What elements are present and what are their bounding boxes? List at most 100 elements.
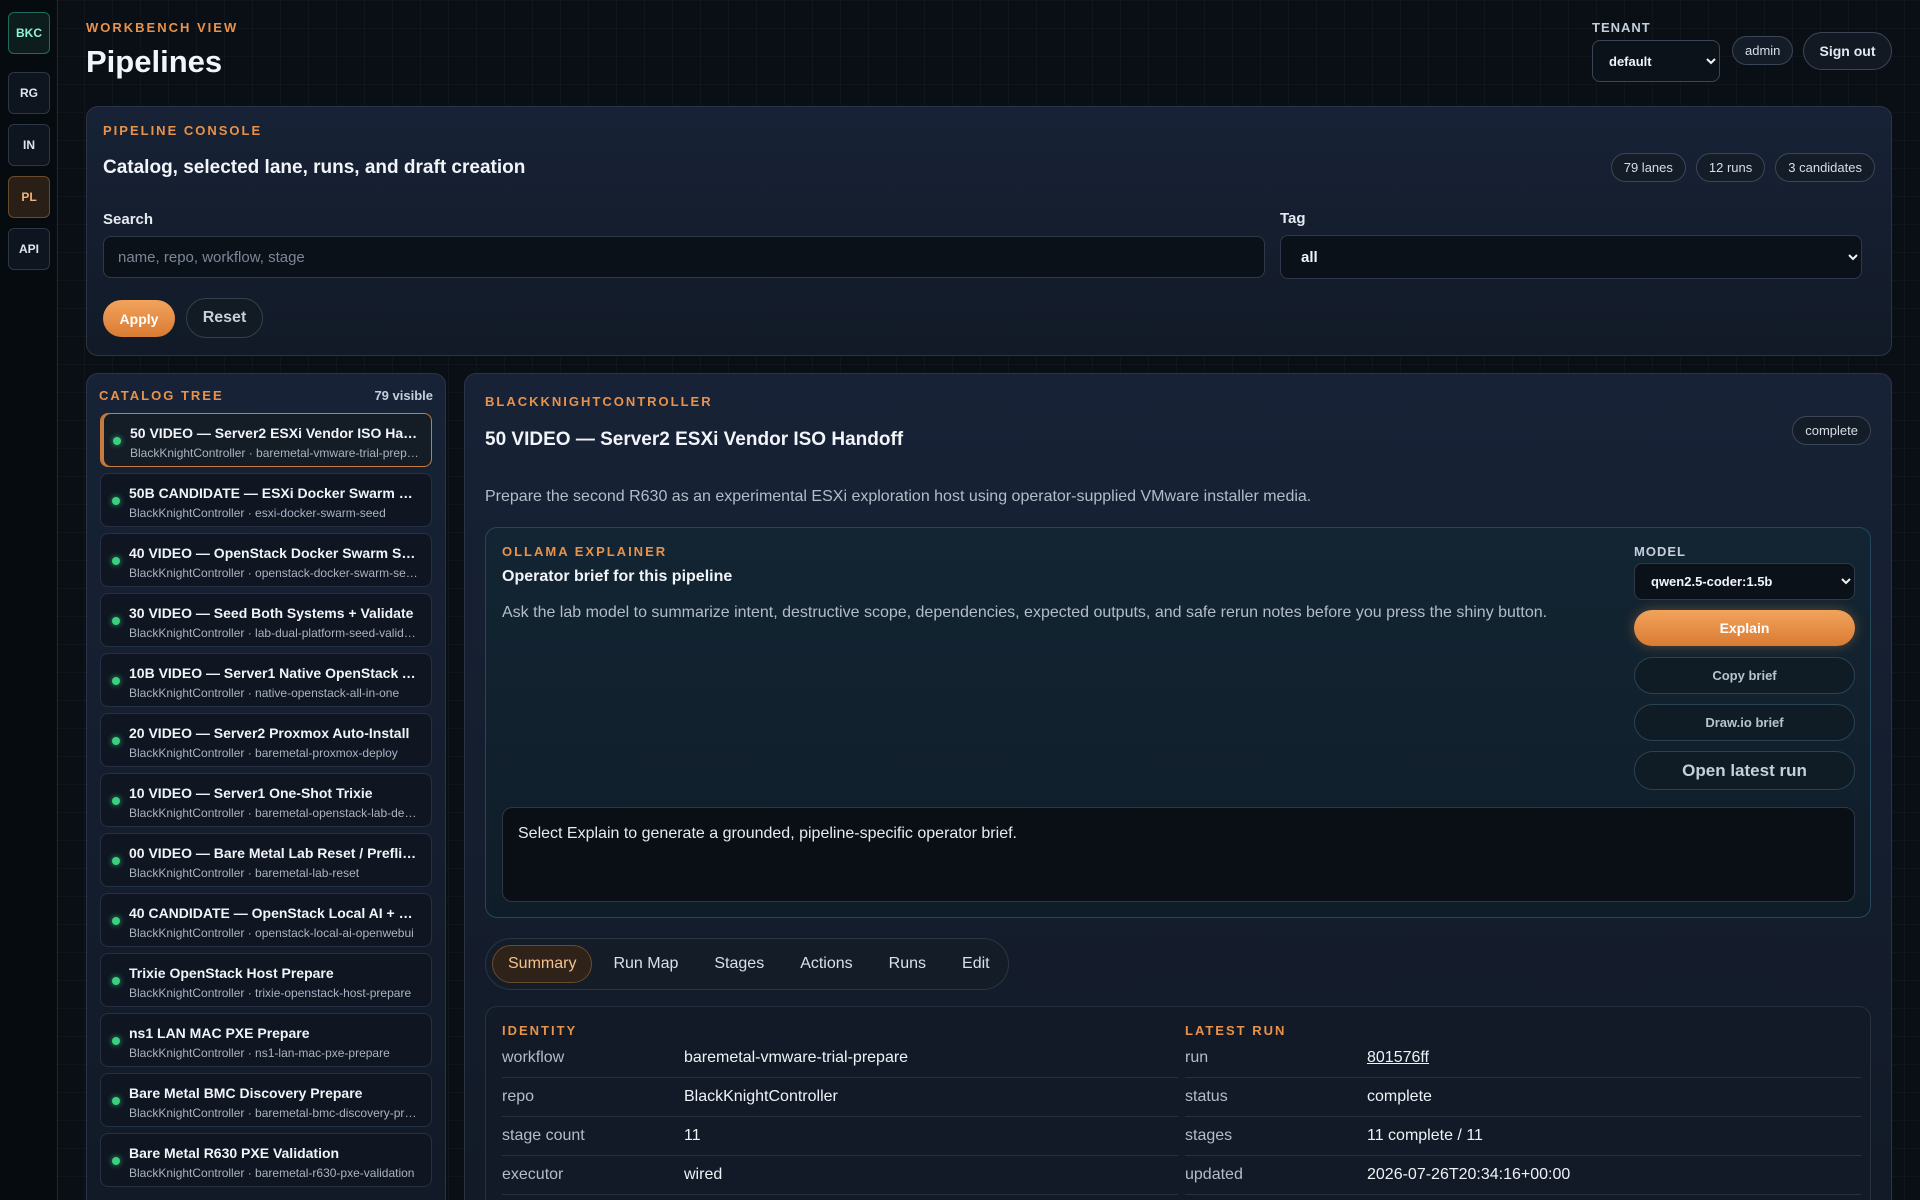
- identity-key: executor: [502, 1166, 564, 1183]
- pipeline-console-panel: PIPELINE CONSOLE Catalog, selected lane,…: [86, 106, 1892, 356]
- identity-value: 11: [684, 1127, 701, 1144]
- catalog-item-sub: BlackKnightController · baremetal-lab-re…: [129, 866, 360, 880]
- catalog-item-name: Bare Metal BMC Discovery Prepare: [129, 1085, 363, 1101]
- latest-run-value: 11 complete / 11: [1367, 1127, 1483, 1144]
- catalog-item-sub: BlackKnightController · trixie-openstack…: [129, 986, 412, 1000]
- console-eyebrow: PIPELINE CONSOLE: [103, 123, 263, 138]
- nav-bkc-button[interactable]: BKC: [8, 12, 50, 54]
- drawio-brief-button[interactable]: Draw.io brief: [1634, 704, 1855, 741]
- catalog-item-sub: BlackKnightController · baremetal-proxmo…: [129, 746, 398, 760]
- reset-button[interactable]: Reset: [186, 298, 263, 338]
- latest-run-key: status: [1185, 1088, 1228, 1105]
- nav-rail: BKC RG IN PL API: [0, 0, 58, 1200]
- catalog-item[interactable]: Bare Metal R630 PXE Validation BlackKnigh…: [100, 1133, 432, 1187]
- catalog-item[interactable]: 40 CANDIDATE — OpenStack Local AI + Open…: [100, 893, 432, 947]
- console-stats: 79 lanes 12 runs 3 candidates: [1610, 153, 1875, 182]
- identity-row: workflow baremetal-vmware-trial-prepare: [502, 1039, 1178, 1078]
- status-dot-icon: [112, 917, 120, 925]
- status-dot-icon: [113, 437, 121, 445]
- lanes-count-badge: 79 lanes: [1610, 153, 1686, 182]
- tab-edit[interactable]: Edit: [947, 945, 1005, 983]
- catalog-item-name: 50B CANDIDATE — ESXi Docker Swarm Seed: [129, 485, 419, 501]
- identity-value: BlackKnightController: [684, 1088, 838, 1105]
- catalog-item[interactable]: ns1 LAN MAC PXE Prepare BlackKnightContro…: [100, 1013, 432, 1067]
- pipeline-title: 50 VIDEO — Server2 ESXi Vendor ISO Hando…: [485, 429, 904, 450]
- explain-button[interactable]: Explain: [1634, 610, 1855, 646]
- nav-api-button[interactable]: API: [8, 228, 50, 270]
- page-title: Pipelines: [86, 44, 223, 79]
- catalog-item-name: 20 VIDEO — Server2 Proxmox Auto-Install: [129, 725, 410, 741]
- catalog-item-sub: BlackKnightController · native-openstack…: [129, 686, 400, 700]
- apply-button[interactable]: Apply: [103, 300, 175, 337]
- status-dot-icon: [112, 677, 120, 685]
- latest-run-row: updated 2026-07-26T20:34:16+00:00: [1185, 1156, 1861, 1195]
- identity-row: repo BlackKnightController: [502, 1078, 1178, 1117]
- workbench-eyebrow: WORKBENCH VIEW: [86, 20, 239, 35]
- model-select[interactable]: qwen2.5-coder:1.5b: [1634, 563, 1855, 600]
- tag-label: Tag: [1280, 210, 1306, 227]
- status-dot-icon: [112, 797, 120, 805]
- catalog-item[interactable]: Bare Metal BMC Discovery Prepare BlackKni…: [100, 1073, 432, 1127]
- nav-rg-button[interactable]: RG: [8, 72, 50, 114]
- catalog-tree-panel: CATALOG TREE 79 visible 50 VIDEO — Serve…: [86, 373, 446, 1200]
- open-latest-run-button[interactable]: Open latest run: [1634, 751, 1855, 790]
- catalog-item[interactable]: Trixie OpenStack Host Prepare BlackKnight…: [100, 953, 432, 1007]
- status-dot-icon: [112, 617, 120, 625]
- ollama-eyebrow: OLLAMA EXPLAINER: [502, 544, 668, 559]
- latest-run-key: stages: [1185, 1127, 1233, 1144]
- catalog-item-name: ns1 LAN MAC PXE Prepare: [129, 1025, 310, 1041]
- catalog-item-sub: BlackKnightController · lab-dual-platfor…: [129, 626, 419, 640]
- latest-run-value: 2026-07-26T20:34:16+00:00: [1367, 1166, 1571, 1183]
- copy-brief-button[interactable]: Copy brief: [1634, 657, 1855, 694]
- catalog-item[interactable]: 10B VIDEO — Server1 Native OpenStack All…: [100, 653, 432, 707]
- search-label: Search: [103, 211, 154, 228]
- catalog-item-name: Bare Metal R630 PXE Validation: [129, 1145, 340, 1161]
- catalog-item[interactable]: 10 VIDEO — Server1 One-Shot Trixie BlackK…: [100, 773, 432, 827]
- ollama-explainer-card: OLLAMA EXPLAINER Operator brief for this…: [485, 527, 1871, 918]
- catalog-item[interactable]: 20 VIDEO — Server2 Proxmox Auto-Install B…: [100, 713, 432, 767]
- catalog-item[interactable]: 00 VIDEO — Bare Metal Lab Reset / Prefli…: [100, 833, 432, 887]
- sign-out-button[interactable]: Sign out: [1803, 32, 1892, 70]
- tab-run-map[interactable]: Run Map: [598, 945, 693, 983]
- catalog-item[interactable]: 50 VIDEO — Server2 ESXi Vendor ISO Hando…: [100, 413, 432, 467]
- catalog-item-sub: BlackKnightController · esxi-docker-swar…: [129, 506, 386, 520]
- catalog-item[interactable]: 50B CANDIDATE — ESXi Docker Swarm Seed Bl…: [100, 473, 432, 527]
- tab-summary[interactable]: Summary: [492, 945, 593, 983]
- catalog-item-sub: BlackKnightController · openstack-docker…: [129, 566, 419, 580]
- catalog-item[interactable]: 30 VIDEO — Seed Both Systems + Validate B…: [100, 593, 432, 647]
- status-dot-icon: [112, 857, 120, 865]
- status-badge: complete: [1792, 416, 1871, 445]
- catalog-item-sub: BlackKnightController · baremetal-vmware…: [130, 446, 419, 460]
- status-dot-icon: [112, 1157, 120, 1165]
- tab-actions[interactable]: Actions: [785, 945, 867, 983]
- identity-value: baremetal-vmware-trial-prepare: [684, 1049, 909, 1066]
- search-input[interactable]: [103, 236, 1265, 278]
- nav-pl-button[interactable]: PL: [8, 176, 50, 218]
- tab-stages[interactable]: Stages: [699, 945, 779, 983]
- nav-in-button[interactable]: IN: [8, 124, 50, 166]
- latest-run-row: run 801576ff: [1185, 1039, 1861, 1078]
- latest-run-eyebrow: LATEST RUN: [1185, 1023, 1287, 1038]
- identity-section: IDENTITY workflow baremetal-vmware-trial…: [502, 1023, 1178, 1195]
- latest-run-section: LATEST RUN run 801576ff status complete …: [1185, 1023, 1861, 1195]
- identity-eyebrow: IDENTITY: [502, 1023, 578, 1038]
- latest-run-link[interactable]: 801576ff: [1367, 1049, 1429, 1067]
- tag-select[interactable]: all: [1280, 235, 1862, 279]
- catalog-item[interactable]: 40 VIDEO — OpenStack Docker Swarm Seed Bl…: [100, 533, 432, 587]
- identity-key: workflow: [502, 1049, 565, 1066]
- status-dot-icon: [112, 497, 120, 505]
- catalog-item-sub: BlackKnightController · ns1-lan-mac-pxe-…: [129, 1046, 390, 1060]
- candidates-count-badge: 3 candidates: [1775, 153, 1875, 182]
- tab-runs[interactable]: Runs: [874, 945, 941, 983]
- tenant-select[interactable]: default: [1592, 40, 1720, 82]
- catalog-item-sub: BlackKnightController · baremetal-bmc-di…: [129, 1106, 419, 1120]
- status-dot-icon: [112, 737, 120, 745]
- catalog-list: 50 VIDEO — Server2 ESXi Vendor ISO Hando…: [100, 413, 432, 1193]
- catalog-item-name: 30 VIDEO — Seed Both Systems + Validate: [129, 605, 414, 621]
- tenant-label: TENANT: [1592, 20, 1651, 35]
- summary-card: IDENTITY workflow baremetal-vmware-trial…: [485, 1006, 1871, 1200]
- pipeline-description: Prepare the second R630 as an experiment…: [485, 488, 1312, 505]
- catalog-item-sub: BlackKnightController · baremetal-openst…: [129, 806, 419, 820]
- catalog-count: 79 visible: [374, 388, 433, 403]
- catalog-item-name: 50 VIDEO — Server2 ESXi Vendor ISO Hando…: [130, 425, 419, 441]
